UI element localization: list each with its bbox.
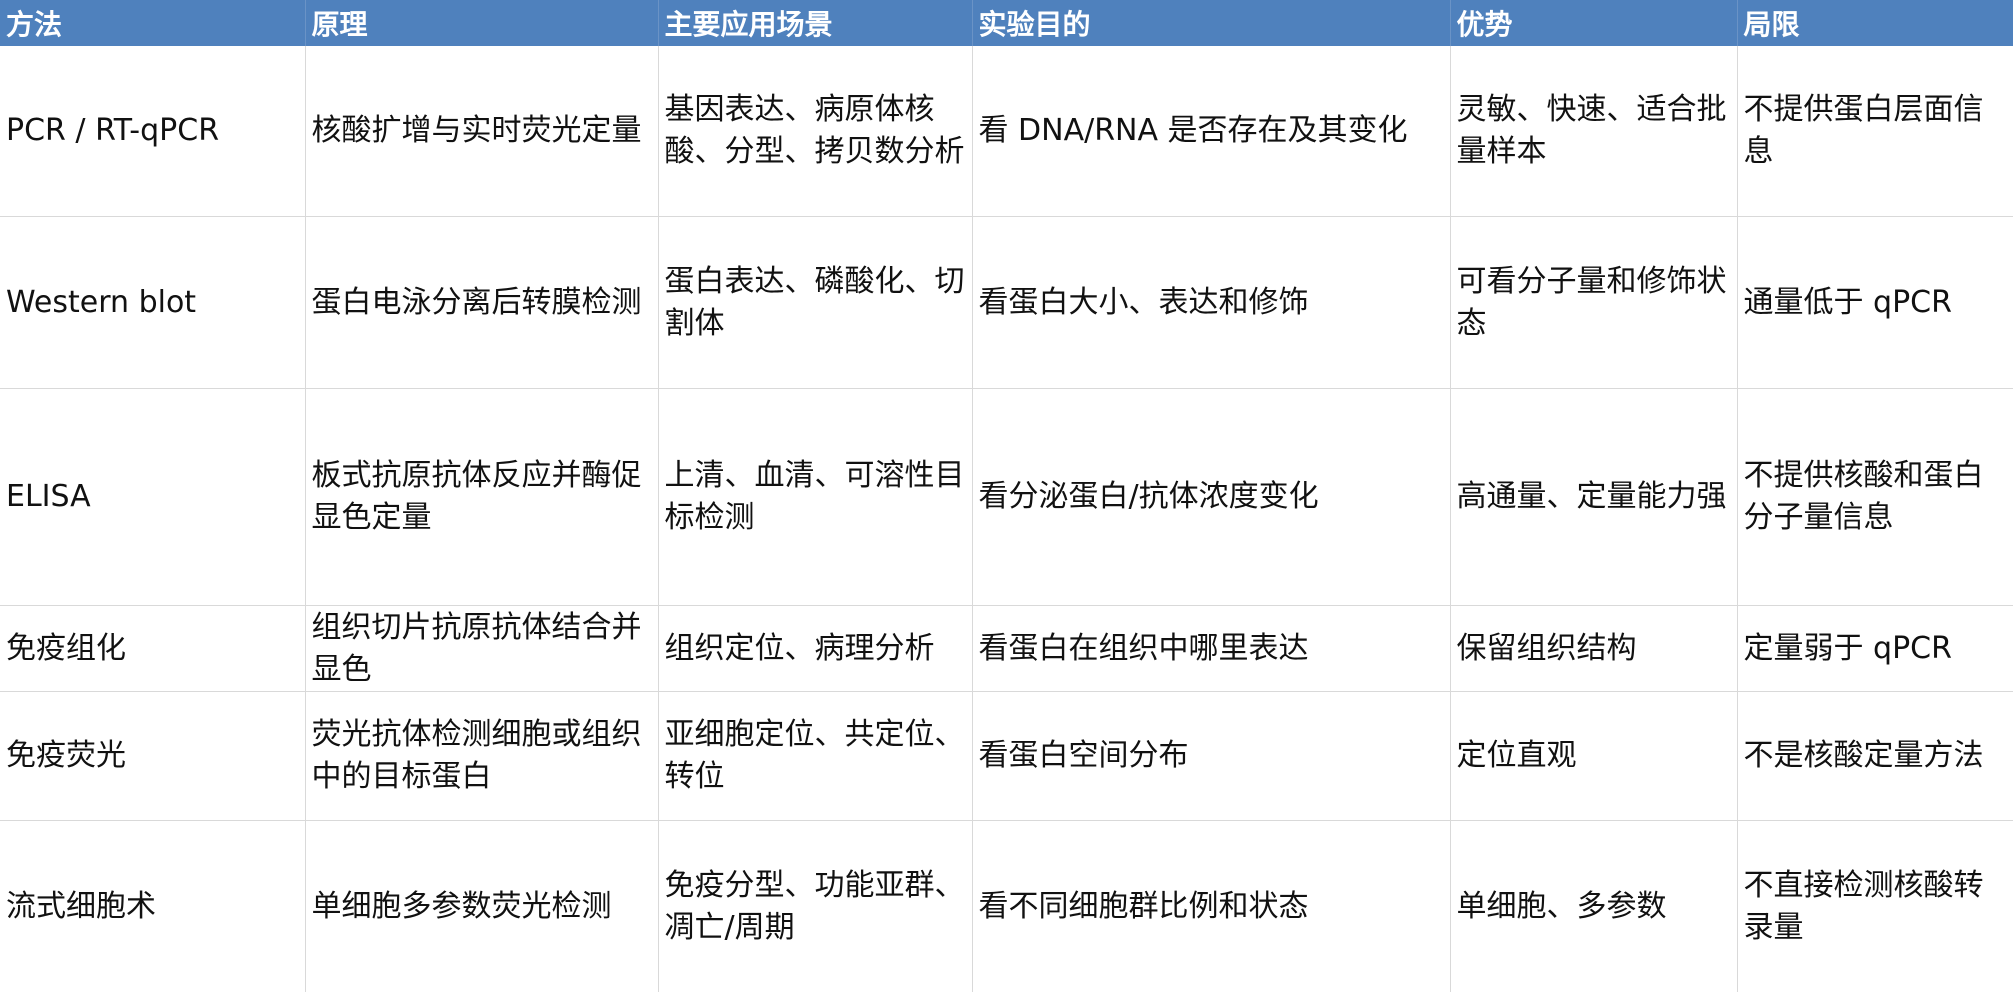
cell-advantage: 可看分子量和修饰状态 [1450,216,1738,389]
cell-principle: 板式抗原抗体反应并酶促显色定量 [305,388,659,606]
column-header-purpose: 实验目的 [972,0,1451,46]
cell-limitation: 通量低于 qPCR [1737,216,2013,389]
header-row: 方法 原理 主要应用场景 实验目的 优势 局限 [0,0,2013,46]
cell-principle: 蛋白电泳分离后转膜检测 [305,216,659,389]
table-header: 方法 原理 主要应用场景 实验目的 优势 局限 [0,0,2013,46]
cell-purpose: 看蛋白在组织中哪里表达 [972,605,1451,692]
cell-method: Western blot [0,216,306,389]
cell-method: 免疫荧光 [0,691,306,821]
cell-limitation: 不提供蛋白层面信息 [1737,46,2013,217]
column-header-method: 方法 [0,0,306,46]
cell-advantage: 高通量、定量能力强 [1450,388,1738,606]
cell-principle: 组织切片抗原抗体结合并显色 [305,605,659,692]
cell-advantage: 单细胞、多参数 [1450,820,1738,992]
cell-method: PCR / RT-qPCR [0,46,306,217]
column-header-advantage: 优势 [1450,0,1738,46]
cell-principle: 核酸扩增与实时荧光定量 [305,46,659,217]
cell-limitation: 定量弱于 qPCR [1737,605,2013,692]
cell-method: 流式细胞术 [0,820,306,992]
methods-comparison-table: 方法 原理 主要应用场景 实验目的 优势 局限 PCR / RT-qPCR 核酸… [0,0,2013,992]
cell-application: 亚细胞定位、共定位、转位 [658,691,973,821]
cell-limitation: 不直接检测核酸转录量 [1737,820,2013,992]
cell-application: 基因表达、病原体核酸、分型、拷贝数分析 [658,46,973,217]
table-row: 免疫组化 组织切片抗原抗体结合并显色 组织定位、病理分析 看蛋白在组织中哪里表达… [0,605,2013,692]
cell-principle: 单细胞多参数荧光检测 [305,820,659,992]
cell-limitation: 不提供核酸和蛋白分子量信息 [1737,388,2013,606]
cell-advantage: 定位直观 [1450,691,1738,821]
column-header-limitation: 局限 [1737,0,2013,46]
cell-purpose: 看蛋白空间分布 [972,691,1451,821]
column-header-principle: 原理 [305,0,659,46]
cell-purpose: 看 DNA/RNA 是否存在及其变化 [972,46,1451,217]
column-header-application: 主要应用场景 [658,0,973,46]
table-row: PCR / RT-qPCR 核酸扩增与实时荧光定量 基因表达、病原体核酸、分型、… [0,46,2013,217]
table-row: 免疫荧光 荧光抗体检测细胞或组织中的目标蛋白 亚细胞定位、共定位、转位 看蛋白空… [0,691,2013,821]
cell-purpose: 看蛋白大小、表达和修饰 [972,216,1451,389]
comparison-sheet: 方法 原理 主要应用场景 实验目的 优势 局限 PCR / RT-qPCR 核酸… [0,0,2013,992]
table-body: PCR / RT-qPCR 核酸扩增与实时荧光定量 基因表达、病原体核酸、分型、… [0,46,2013,992]
cell-application: 免疫分型、功能亚群、凋亡/周期 [658,820,973,992]
cell-application: 蛋白表达、磷酸化、切割体 [658,216,973,389]
cell-application: 上清、血清、可溶性目标检测 [658,388,973,606]
cell-application: 组织定位、病理分析 [658,605,973,692]
cell-principle: 荧光抗体检测细胞或组织中的目标蛋白 [305,691,659,821]
cell-advantage: 保留组织结构 [1450,605,1738,692]
table-row: 流式细胞术 单细胞多参数荧光检测 免疫分型、功能亚群、凋亡/周期 看不同细胞群比… [0,820,2013,992]
cell-limitation: 不是核酸定量方法 [1737,691,2013,821]
cell-purpose: 看不同细胞群比例和状态 [972,820,1451,992]
table-row: ELISA 板式抗原抗体反应并酶促显色定量 上清、血清、可溶性目标检测 看分泌蛋… [0,388,2013,606]
cell-purpose: 看分泌蛋白/抗体浓度变化 [972,388,1451,606]
table-row: Western blot 蛋白电泳分离后转膜检测 蛋白表达、磷酸化、切割体 看蛋… [0,216,2013,389]
cell-method: ELISA [0,388,306,606]
cell-advantage: 灵敏、快速、适合批量样本 [1450,46,1738,217]
cell-method: 免疫组化 [0,605,306,692]
